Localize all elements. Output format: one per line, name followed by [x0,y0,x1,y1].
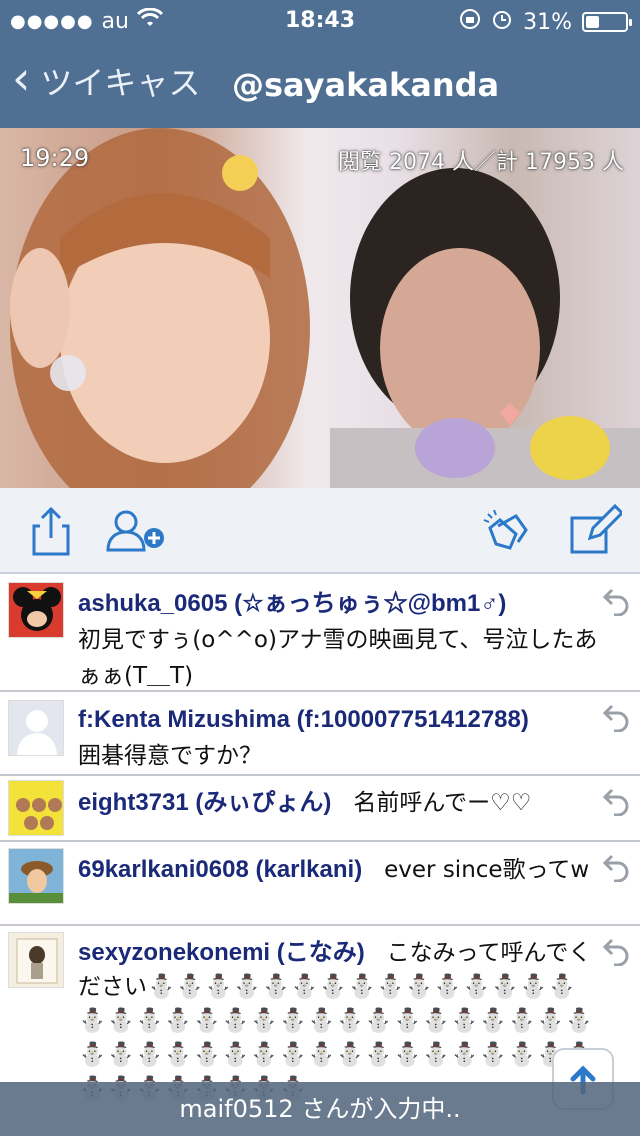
view-count: 閲覧 2074 人／計 17953 人 [338,150,624,175]
compose-button[interactable] [568,503,625,558]
status-right: 31% [459,8,632,36]
compose-icon [570,503,625,554]
comment-item: 69karlkani0608 (karlkani) ever since歌ってw [0,842,640,926]
comment-body: f:Kenta Mizushima (f:100007751412788) 囲碁… [0,692,640,784]
battery-fill [586,16,600,28]
comment-text: 初見ですぅ(o^^o)アナ雪の映画見て、号泣したあぁぁ(T＿T) [78,627,598,689]
comment-body: 69karlkani0608 (karlkani) ever since歌ってw [0,842,640,898]
comment-item: ashuka_0605 (☆ぁっちゅぅ☆@bm1♂) 初見ですぅ(o^^o)アナ… [0,576,640,692]
clap-button[interactable] [478,504,532,558]
reply-icon[interactable] [602,936,632,967]
share-icon [32,506,70,556]
avatar [8,700,64,756]
reply-icon[interactable] [602,702,632,733]
comment-text: 囲碁得意ですか？ [78,743,262,769]
elapsed-time: 19:29 [20,144,90,172]
status-bar: ●●●●● au 18:43 31% [0,0,640,40]
page-title: @sayakakanda [232,66,500,104]
share-button[interactable] [24,504,78,558]
live-video[interactable]: 19:29 閲覧 2074 人／計 17953 人 [0,128,640,488]
comment-username[interactable]: ashuka_0605 (☆ぁっちゅぅ☆@bm1♂) [78,590,506,617]
comment-username[interactable]: 69karlkani0608 (karlkani) [78,856,362,883]
comment-item: f:Kenta Mizushima (f:100007751412788) 囲碁… [0,692,640,776]
video-frame-image [10,128,640,488]
avatar [8,780,64,836]
typing-indicator: maif0512 さんが入力中.. [0,1082,640,1136]
reply-icon[interactable] [602,786,632,817]
clap-icon [483,509,528,550]
rotation-lock-icon [459,8,481,36]
avatar [8,932,64,988]
back-button[interactable]: ‹ ツイキャス [12,51,201,105]
battery-icon [582,12,632,32]
add-user-icon [106,510,164,552]
comment-body: ashuka_0605 (☆ぁっちゅぅ☆@bm1♂) 初見ですぅ(o^^o)アナ… [0,576,640,704]
avatar [8,582,64,638]
back-label: ツイキャス [40,64,201,102]
comment-username[interactable]: f:Kenta Mizushima (f:100007751412788) [78,706,529,733]
action-toolbar [0,488,640,574]
comment-text: 名前呼んでー♡♡ [353,790,532,816]
comment-list[interactable]: ashuka_0605 (☆ぁっちゅぅ☆@bm1♂) 初見ですぅ(o^^o)アナ… [0,576,640,1136]
comment-text: ever since歌ってw [384,857,590,883]
comment-username[interactable]: sexyzonekonemi (こなみ) [78,939,365,966]
reply-icon[interactable] [602,586,632,617]
chevron-left-icon: ‹ [12,51,31,105]
comment-item: eight3731 (みぃぴょん) 名前呼んでー♡♡ [0,776,640,842]
comment-username[interactable]: eight3731 (みぃぴょん) [78,789,331,816]
avatar [8,848,64,904]
battery-percent: 31% [523,9,572,35]
add-user-button[interactable] [104,504,168,558]
reply-icon[interactable] [602,852,632,883]
comment-body: eight3731 (みぃぴょん) 名前呼んでー♡♡ [0,776,640,831]
alarm-icon [491,8,513,36]
nav-bar: ‹ ツイキャス @sayakakanda [0,40,640,128]
